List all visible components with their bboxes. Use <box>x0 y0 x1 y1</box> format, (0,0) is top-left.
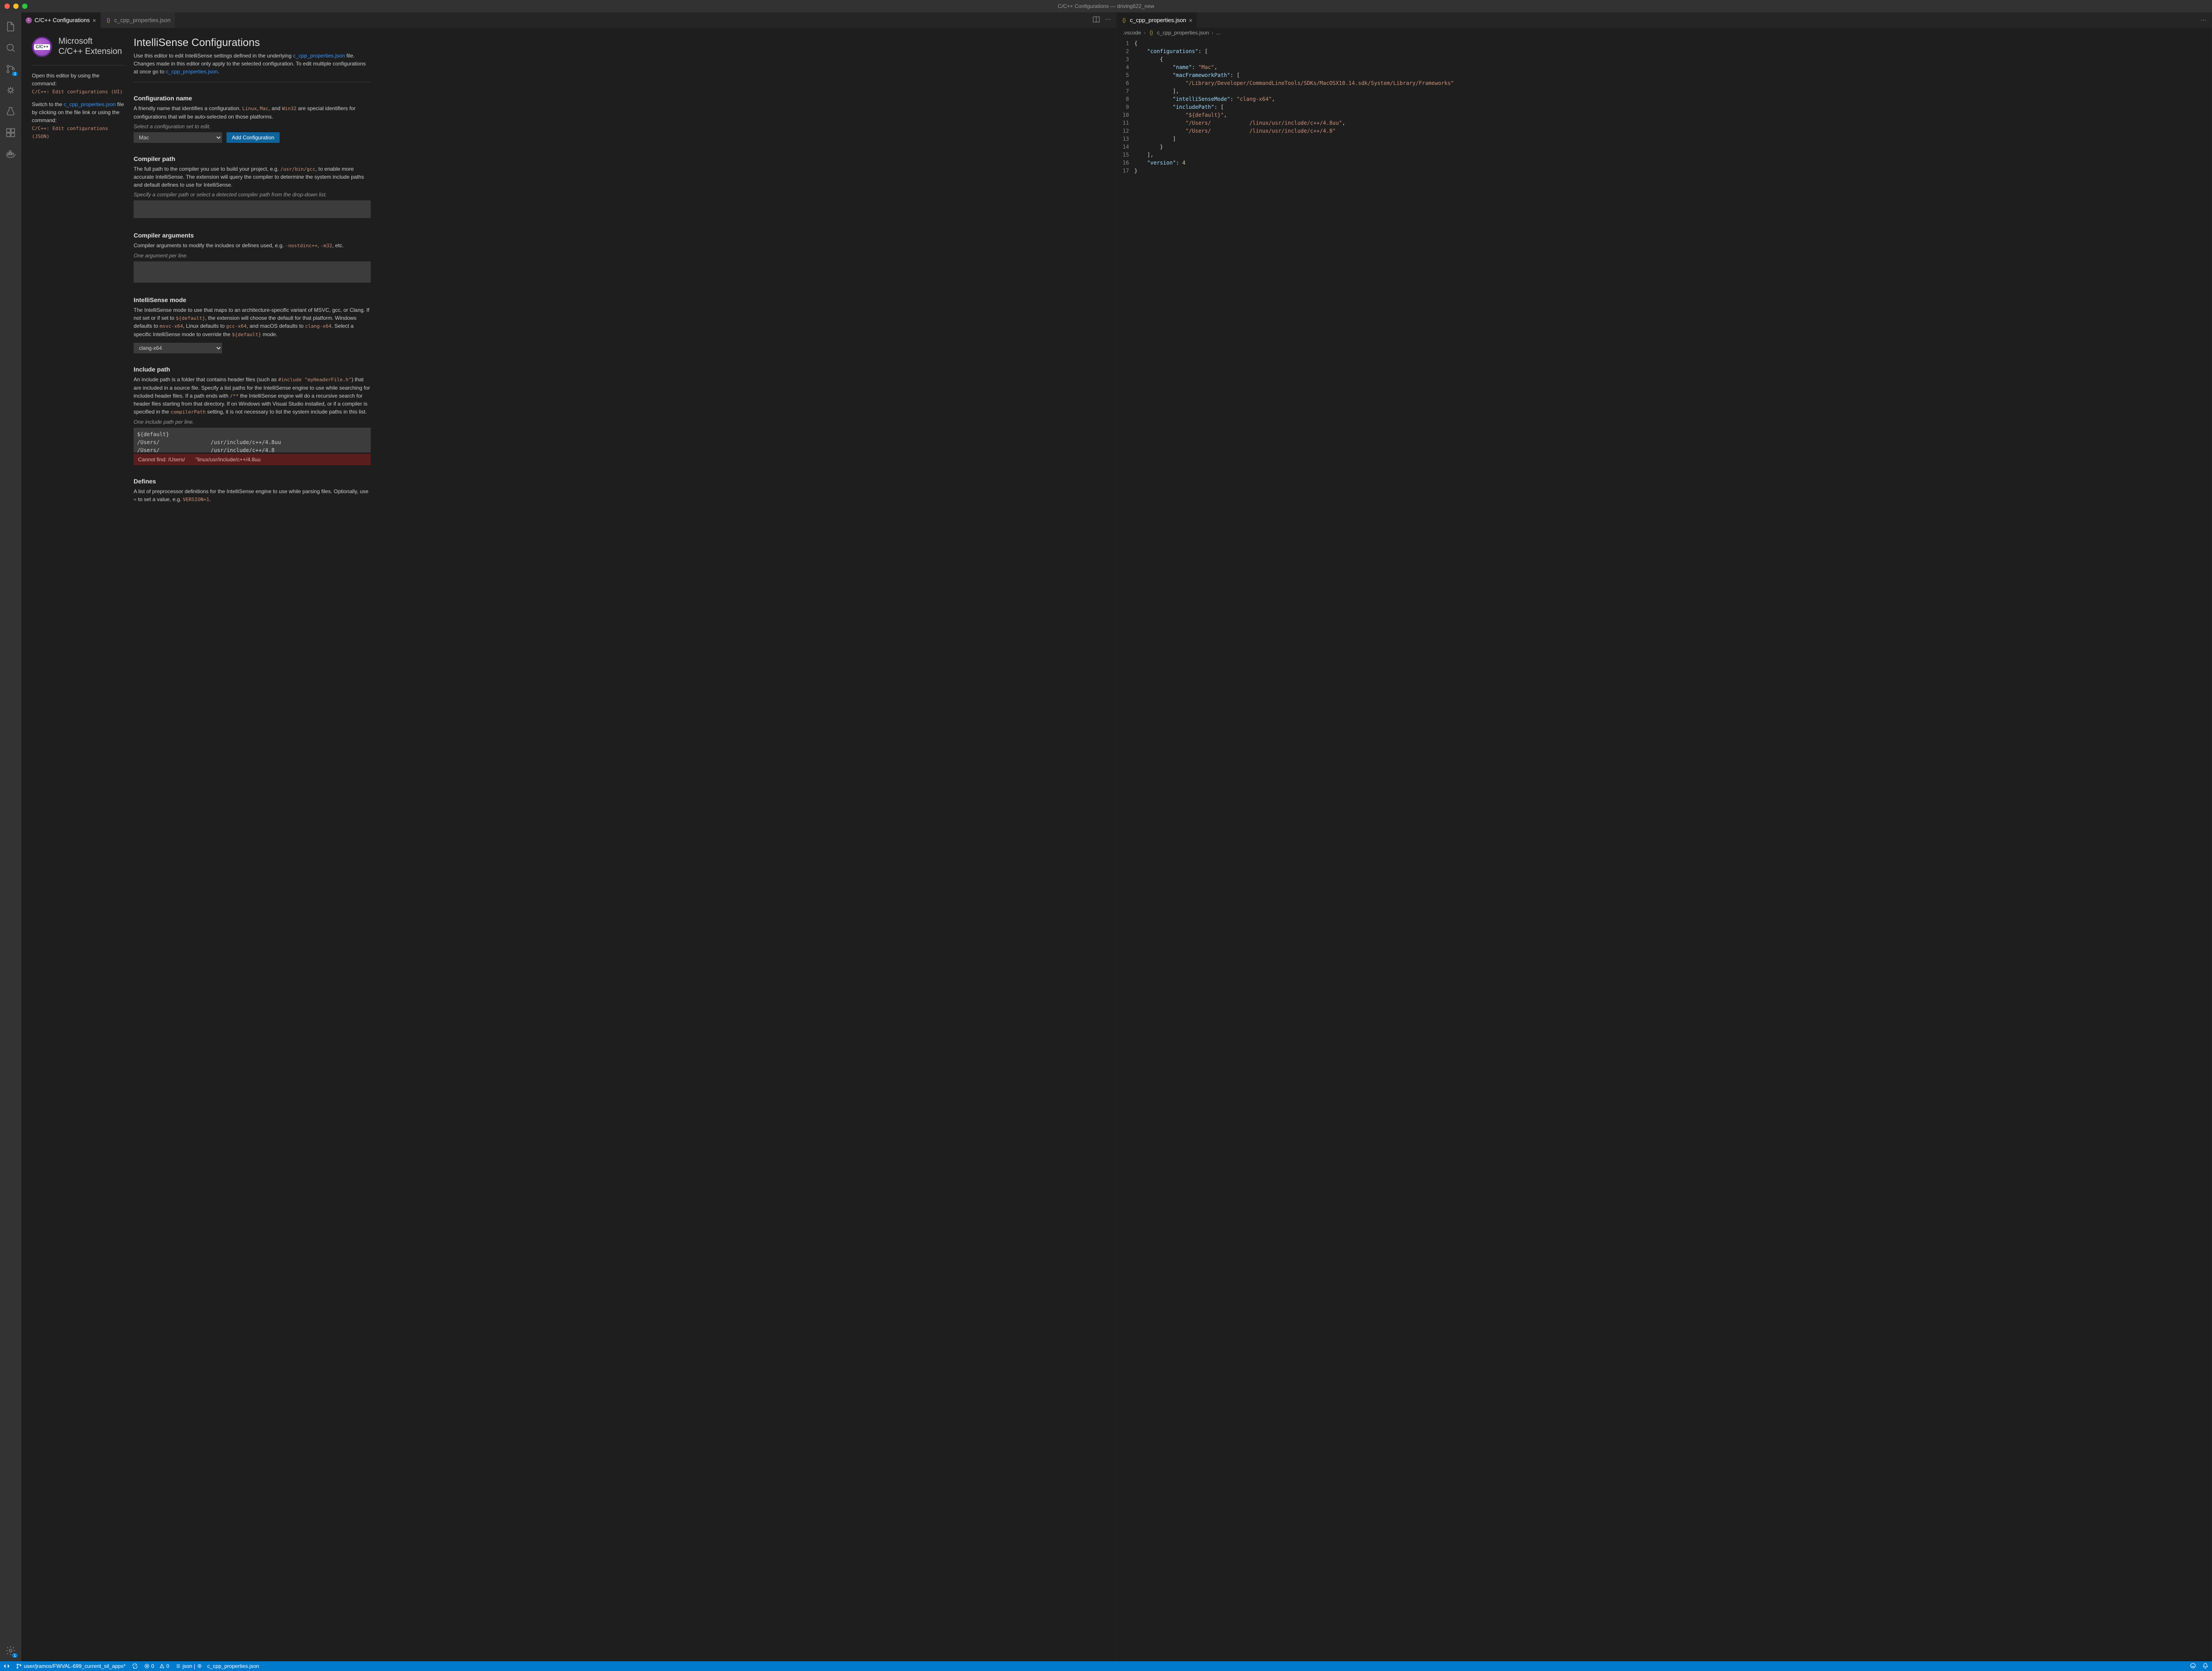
breadcrumb-more[interactable]: ... <box>1216 30 1221 36</box>
activity-bar: 3 1 <box>0 12 21 1661</box>
tab-json-right[interactable]: {} c_cpp_properties.json × <box>1117 12 1197 28</box>
close-icon[interactable]: × <box>1189 17 1192 24</box>
compiler-path-input[interactable] <box>134 200 371 218</box>
line-numbers: 1234567891011121314151617 <box>1117 39 1134 1661</box>
testing-icon[interactable] <box>0 101 21 122</box>
breadcrumb-folder[interactable]: .vscode <box>1123 30 1141 36</box>
intro-link1[interactable]: c_cpp_properties.json <box>293 53 345 59</box>
compiler-path-hint: Specify a compiler path or select a dete… <box>134 192 371 198</box>
tab-json-left[interactable]: {} c_cpp_properties.json <box>101 12 175 28</box>
problems-indicator[interactable]: 0 0 <box>144 1663 169 1669</box>
cpp-icon: C <box>26 17 32 23</box>
breadcrumb[interactable]: .vscode › {} c_cpp_properties.json › ... <box>1117 28 2212 38</box>
more-actions-icon[interactable]: ⋯ <box>1105 16 1111 24</box>
minimize-window-button[interactable] <box>13 4 19 9</box>
json-icon: {} <box>105 17 111 23</box>
compiler-args-input[interactable] <box>134 261 371 283</box>
code-content[interactable]: { "configurations": [ { "name": "Mac", "… <box>1134 39 2212 1661</box>
breadcrumb-file[interactable]: c_cpp_properties.json <box>1157 30 1209 36</box>
left-editor-pane: C C/C++ Configurations × {} c_cpp_proper… <box>21 12 1117 1661</box>
compiler-args-heading: Compiler arguments <box>134 232 371 239</box>
window-controls <box>4 4 27 9</box>
error-path: "linux/usr/include/c++/4.8uu <box>196 456 261 463</box>
intellisense-mode-select[interactable]: clang-x64 <box>134 343 222 353</box>
switch-cmd: C/C++: Edit configurations (JSON) <box>32 126 108 140</box>
compiler-path-heading: Compiler path <box>134 155 371 162</box>
tab-bar-left: C C/C++ Configurations × {} c_cpp_proper… <box>21 12 1116 28</box>
tab-label: c_cpp_properties.json <box>114 17 170 23</box>
open-cmd: C/C++: Edit configurations (UI) <box>32 89 123 95</box>
chevron-right-icon: › <box>1144 30 1145 36</box>
config-name-heading: Configuration name <box>134 95 371 102</box>
config-select[interactable]: Mac <box>134 132 222 143</box>
switch-prefix: Switch to the <box>32 101 64 107</box>
switch-json-link[interactable]: c_cpp_properties.json <box>64 101 115 107</box>
include-path-error: Cannot find: /Users/ "linux/usr/include/… <box>134 454 371 465</box>
more-actions-icon[interactable]: ⋯ <box>2200 17 2206 24</box>
config-name-hint: Select a configuration set to edit. <box>134 123 371 130</box>
status-file[interactable]: json | c_cpp_properties.json <box>176 1663 259 1669</box>
json-icon: {} <box>1148 30 1154 36</box>
extension-logo: C/C++ <box>32 37 52 57</box>
maximize-window-button[interactable] <box>22 4 27 9</box>
right-editor-pane: {} c_cpp_properties.json × ⋯ .vscode › {… <box>1117 12 2212 1661</box>
remote-indicator[interactable] <box>4 1663 10 1669</box>
code-editor[interactable]: 1234567891011121314151617 { "configurati… <box>1117 38 2212 1661</box>
intro-a: Use this editor to edit IntelliSense set… <box>134 53 293 59</box>
include-path-input[interactable]: ${default} /Users/ /usr/include/c++/4.8u… <box>134 428 371 452</box>
tab-label: c_cpp_properties.json <box>1130 17 1186 23</box>
split-editor-icon[interactable] <box>1093 16 1100 24</box>
intellisense-mode-heading: IntelliSense mode <box>134 296 371 303</box>
intro-link2[interactable]: c_cpp_properties.json <box>166 69 218 75</box>
notifications-icon[interactable] <box>2202 1663 2208 1670</box>
docker-icon[interactable] <box>0 143 21 165</box>
close-icon[interactable]: × <box>92 17 96 24</box>
extensions-icon[interactable] <box>0 122 21 143</box>
status-bar: user/jramos/FWVAL-699_current_sil_apps* … <box>0 1661 2212 1671</box>
compiler-args-hint: One argument per line. <box>134 253 371 259</box>
source-control-icon[interactable]: 3 <box>0 58 21 80</box>
defines-heading: Defines <box>134 478 371 485</box>
config-ui-content: C/C++ Microsoft C/C++ Extension Open thi… <box>21 28 1116 1661</box>
explorer-icon[interactable] <box>0 16 21 37</box>
sync-icon[interactable] <box>132 1663 138 1669</box>
scm-badge: 3 <box>12 72 18 76</box>
settings-badge: 1 <box>12 1653 18 1658</box>
window-title: C/C++ Configurations — driving622_new <box>1058 3 1154 9</box>
include-path-heading: Include path <box>134 366 371 373</box>
feedback-icon[interactable] <box>2190 1663 2196 1670</box>
json-icon: {} <box>1121 17 1127 23</box>
add-configuration-button[interactable]: Add Configuration <box>227 132 280 143</box>
extension-name: C/C++ Extension <box>58 47 122 57</box>
tab-bar-right: {} c_cpp_properties.json × ⋯ <box>1117 12 2212 28</box>
settings-gear-icon[interactable]: 1 <box>0 1640 21 1661</box>
debug-icon[interactable] <box>0 80 21 101</box>
intro-c: . <box>218 69 219 75</box>
search-icon[interactable] <box>0 37 21 58</box>
page-title: IntelliSense Configurations <box>134 37 371 49</box>
close-window-button[interactable] <box>4 4 10 9</box>
chevron-right-icon: › <box>1212 30 1214 36</box>
error-label: Cannot find: /Users/ <box>138 456 196 463</box>
include-path-hint: One include path per line. <box>134 419 371 425</box>
git-branch[interactable]: user/jramos/FWVAL-699_current_sil_apps* <box>16 1663 126 1669</box>
tab-cpp-config[interactable]: C C/C++ Configurations × <box>21 12 101 28</box>
tab-label: C/C++ Configurations <box>35 17 90 23</box>
extension-vendor: Microsoft <box>58 37 122 47</box>
titlebar: C/C++ Configurations — driving622_new <box>0 0 2212 12</box>
open-cmd-prefix: Open this editor by using the command: <box>32 73 100 87</box>
